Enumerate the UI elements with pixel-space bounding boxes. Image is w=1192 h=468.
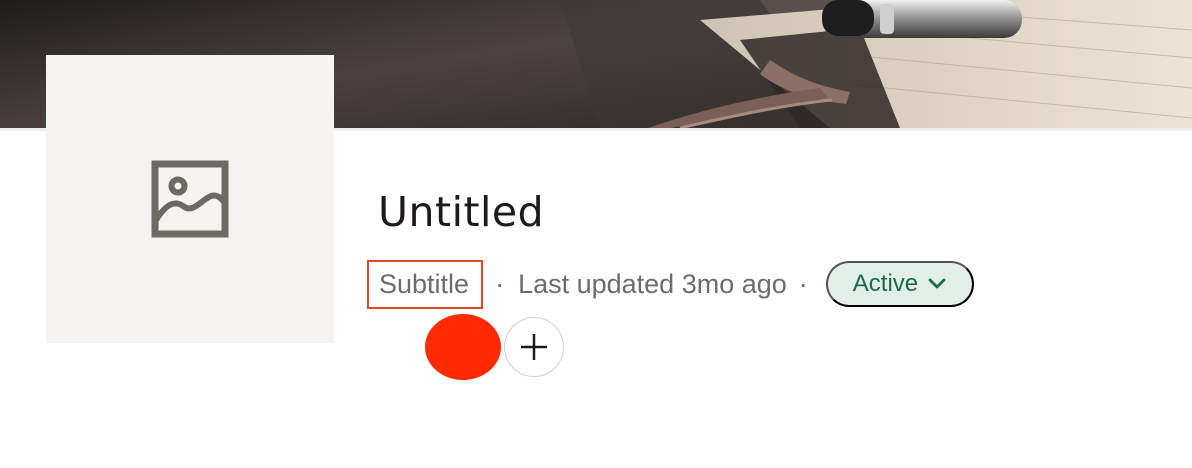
subtitle-field[interactable]: Subtitle bbox=[367, 259, 484, 309]
meta-separator: · bbox=[798, 268, 808, 299]
project-thumbnail[interactable] bbox=[46, 55, 334, 343]
page-title[interactable]: Untitled bbox=[378, 186, 544, 238]
add-collaborator-button[interactable] bbox=[504, 317, 564, 377]
last-updated: Last updated 3mo ago bbox=[518, 268, 787, 299]
image-placeholder-icon bbox=[151, 160, 229, 238]
status-label: Active bbox=[852, 270, 919, 297]
status-dropdown[interactable]: Active bbox=[825, 261, 975, 307]
chevron-down-icon bbox=[928, 278, 946, 289]
project-header: Untitled Subtitle · Last updated 3mo ago… bbox=[0, 0, 1192, 468]
meta-separator: · bbox=[495, 268, 505, 299]
plus-icon bbox=[521, 334, 547, 360]
project-meta: Subtitle · Last updated 3mo ago · Active bbox=[367, 258, 975, 310]
collaborator-avatar[interactable] bbox=[425, 314, 501, 380]
